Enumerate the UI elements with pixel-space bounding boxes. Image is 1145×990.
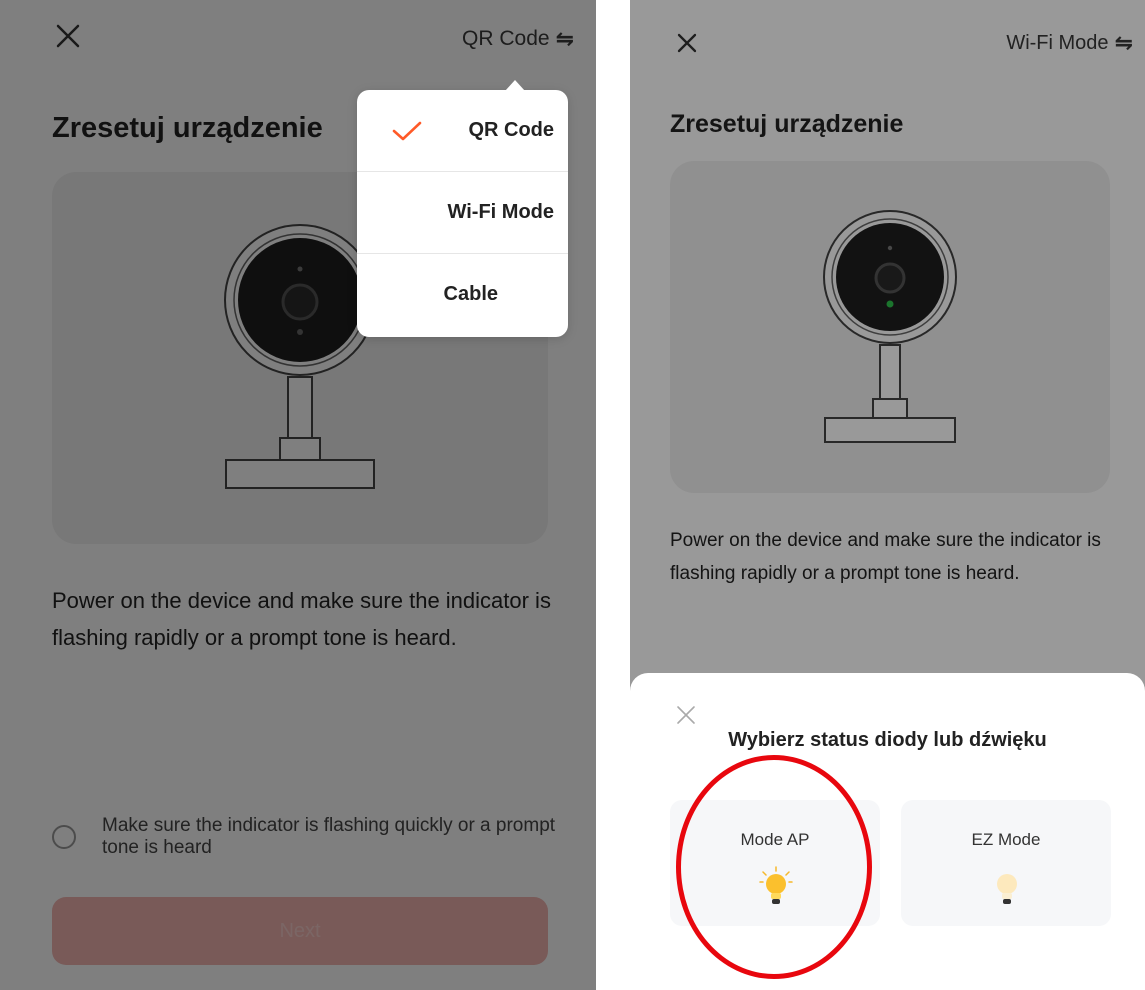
menu-item-qr-code[interactable]: QR Code (357, 90, 568, 172)
menu-item-label: QR Code (468, 119, 554, 141)
menu-item-label: Cable (443, 283, 498, 305)
ez-mode-option[interactable]: EZ Mode (901, 800, 1111, 926)
close-icon[interactable] (676, 705, 696, 730)
menu-item-cable[interactable]: Cable (357, 254, 568, 336)
option-label: EZ Mode (971, 830, 1041, 849)
bulb-dim-icon (990, 866, 1024, 911)
menu-item-wifi-mode[interactable]: Wi-Fi Mode (357, 172, 568, 254)
highlight-circle (676, 755, 872, 979)
checkmark-icon (392, 120, 422, 147)
left-screen: QR Code ⇋ Zresetuj urządzenie Power on t… (0, 0, 596, 990)
sheet-title: Wybierz status diody lub dźwięku (728, 729, 1047, 751)
menu-item-label: Wi-Fi Mode (447, 201, 554, 223)
mode-dropdown-menu: QR Code Wi-Fi Mode Cable (357, 80, 568, 337)
